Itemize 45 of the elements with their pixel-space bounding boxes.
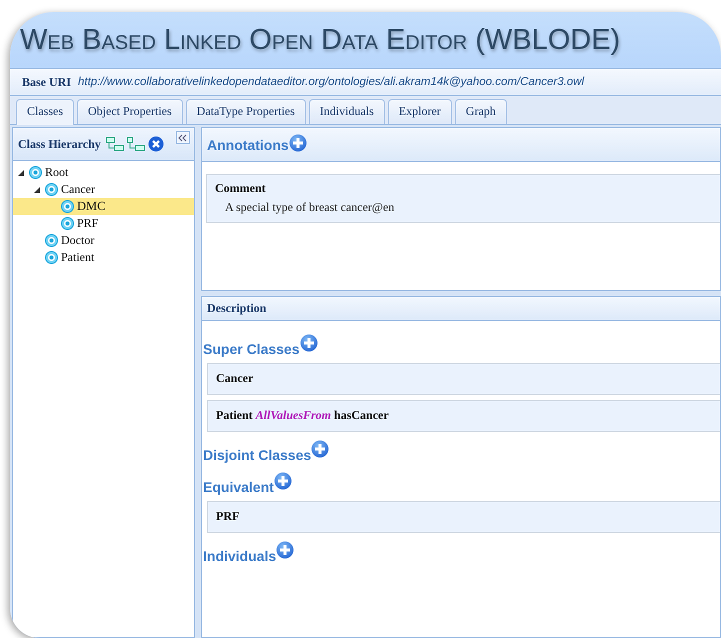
- panel-title: Description: [207, 301, 266, 316]
- tree-child-icon[interactable]: [126, 137, 145, 151]
- class-icon: [45, 183, 58, 196]
- class-expression: Patient AllValuesFrom hasCancer: [207, 400, 720, 432]
- class-icon: [61, 200, 74, 213]
- class-expression: PRF: [207, 501, 720, 533]
- section-heading: Equivalent: [203, 479, 274, 495]
- add-icon[interactable]: [311, 440, 330, 458]
- class-icon: [29, 166, 42, 179]
- tree-item[interactable]: Doctor: [13, 232, 194, 249]
- tree-item[interactable]: PRF: [13, 215, 194, 232]
- tree-item[interactable]: Cancer: [13, 181, 194, 198]
- collapse-button[interactable]: [176, 131, 190, 144]
- add-icon[interactable]: [288, 134, 307, 152]
- add-icon[interactable]: [274, 472, 292, 490]
- panel-title: Class Hierarchy: [18, 136, 101, 152]
- tab[interactable]: Graph: [454, 99, 507, 124]
- double-chevron-icon: [178, 134, 188, 142]
- section-heading: Individuals: [203, 548, 276, 564]
- tree-item[interactable]: DMC: [13, 198, 194, 215]
- section-heading: Disjoint Classes: [203, 447, 312, 463]
- expanded-triangle-icon[interactable]: [33, 186, 41, 194]
- tab[interactable]: Individuals: [308, 99, 385, 124]
- delete-icon[interactable]: [148, 136, 164, 152]
- add-icon[interactable]: [276, 541, 294, 559]
- section-heading: Super Classes: [203, 341, 300, 357]
- class-icon: [61, 217, 74, 230]
- section-heading: Annotations: [207, 136, 289, 152]
- add-icon[interactable]: [300, 334, 318, 352]
- class-expression: Cancer: [207, 363, 720, 395]
- annotation-label: Comment: [215, 181, 267, 196]
- annotation-value: A special type of breast cancer@en: [224, 199, 396, 215]
- base-uri-label: Base URI: [22, 74, 72, 90]
- app-title: Web Based Linked Open Data Editor (WBLODE): [20, 24, 620, 56]
- tab[interactable]: Classes: [16, 99, 74, 125]
- expanded-triangle-icon[interactable]: [17, 168, 25, 176]
- tab[interactable]: Explorer: [388, 99, 452, 124]
- tree-item[interactable]: Patient: [13, 249, 194, 266]
- tree-item[interactable]: Root: [13, 164, 194, 181]
- class-icon: [45, 251, 58, 264]
- class-icon: [45, 234, 58, 247]
- tree-add-icon[interactable]: [106, 137, 124, 151]
- base-uri-value: http://www.collaborativelinkedopendataeditor.org/ontologies/ali.akram14k@yahoo.com/Cancer3.owl: [78, 76, 584, 88]
- tab[interactable]: DataType Properties: [186, 99, 306, 124]
- tab[interactable]: Object Properties: [77, 99, 183, 124]
